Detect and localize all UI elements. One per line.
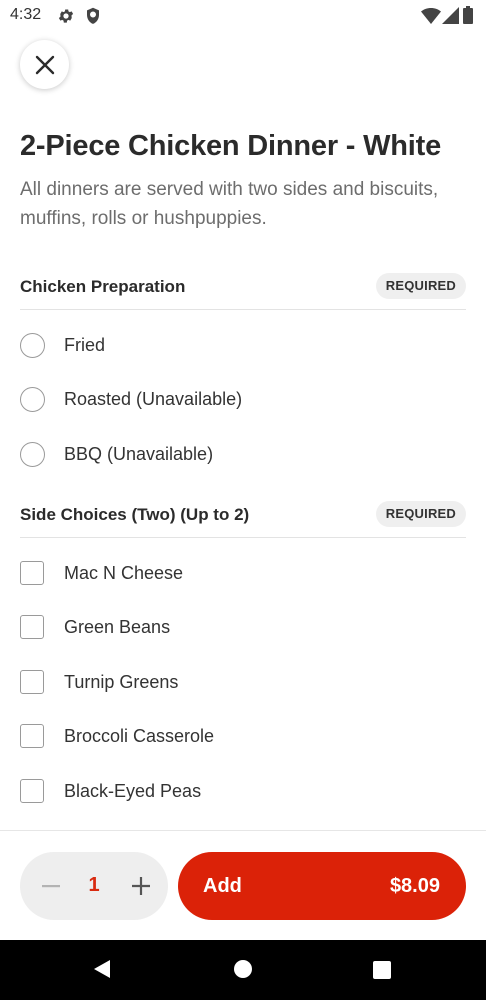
add-to-cart-button[interactable]: Add $8.09 [178, 852, 466, 920]
checkbox[interactable] [20, 779, 44, 803]
section-title: Side Choices (Two) (Up to 2) [20, 505, 250, 524]
radio-button[interactable] [20, 387, 45, 412]
option-label: Fried [64, 335, 106, 355]
increase-quantity-button[interactable] [126, 871, 156, 901]
signal-icon [442, 7, 459, 29]
option-fried[interactable]: Fried [20, 326, 466, 366]
checkbox[interactable] [20, 615, 44, 639]
home-icon[interactable] [233, 959, 253, 984]
checkbox[interactable] [20, 561, 44, 585]
required-badge: REQUIRED [375, 273, 466, 299]
close-button[interactable] [20, 40, 69, 89]
option-label: Mac N Cheese [64, 563, 184, 583]
add-button-price: $8.09 [389, 875, 440, 897]
footer-divider [0, 830, 486, 831]
system-navigation-bar [0, 940, 486, 1000]
option-mac-n-cheese[interactable]: Mac N Cheese [20, 554, 466, 594]
recents-icon[interactable] [373, 961, 391, 984]
option-label: Turnip Greens [64, 672, 179, 692]
add-button-label: Add [203, 875, 242, 897]
option-label: Roasted (Unavailable) [64, 389, 243, 409]
option-turnip-greens[interactable]: Turnip Greens [20, 663, 466, 703]
decrease-quantity-button[interactable] [36, 871, 66, 901]
option-label: BBQ (Unavailable) [64, 444, 214, 464]
gear-icon [57, 7, 75, 30]
checkbox[interactable] [20, 724, 44, 748]
item-description: All dinners are served with two sides an… [20, 179, 439, 229]
option-green-beans[interactable]: Green Beans [20, 608, 466, 648]
option-roasted[interactable]: Roasted (Unavailable) [20, 380, 466, 420]
shield-icon [85, 7, 101, 30]
close-icon [35, 55, 55, 75]
required-badge: REQUIRED [375, 501, 466, 527]
status-time: 4:32 [10, 6, 42, 23]
minus-icon [42, 884, 60, 888]
radio-button[interactable] [20, 442, 45, 467]
option-bbq[interactable]: BBQ (Unavailable) [20, 435, 466, 475]
section-title: Chicken Preparation [20, 277, 186, 296]
option-label: Green Beans [64, 617, 171, 637]
section-header-side-choices: Side Choices (Two) (Up to 2) REQUIRED [20, 501, 466, 538]
option-broccoli-casserole[interactable]: Broccoli Casserole [20, 717, 466, 757]
option-label: Broccoli Casserole [64, 726, 215, 746]
radio-button[interactable] [20, 333, 45, 358]
quantity-value: 1 [88, 874, 100, 896]
option-label: Black-Eyed Peas [64, 781, 202, 801]
option-black-eyed-peas[interactable]: Black-Eyed Peas [20, 772, 466, 812]
wifi-icon [421, 8, 441, 29]
item-title: 2-Piece Chicken Dinner - White [20, 130, 442, 162]
plus-icon [132, 877, 150, 895]
battery-icon [463, 6, 473, 29]
back-icon[interactable] [92, 959, 112, 984]
section-header-chicken-preparation: Chicken Preparation REQUIRED [20, 273, 466, 310]
quantity-stepper: 1 [20, 852, 168, 920]
status-bar: 4:32 [0, 0, 486, 32]
checkbox[interactable] [20, 670, 44, 694]
